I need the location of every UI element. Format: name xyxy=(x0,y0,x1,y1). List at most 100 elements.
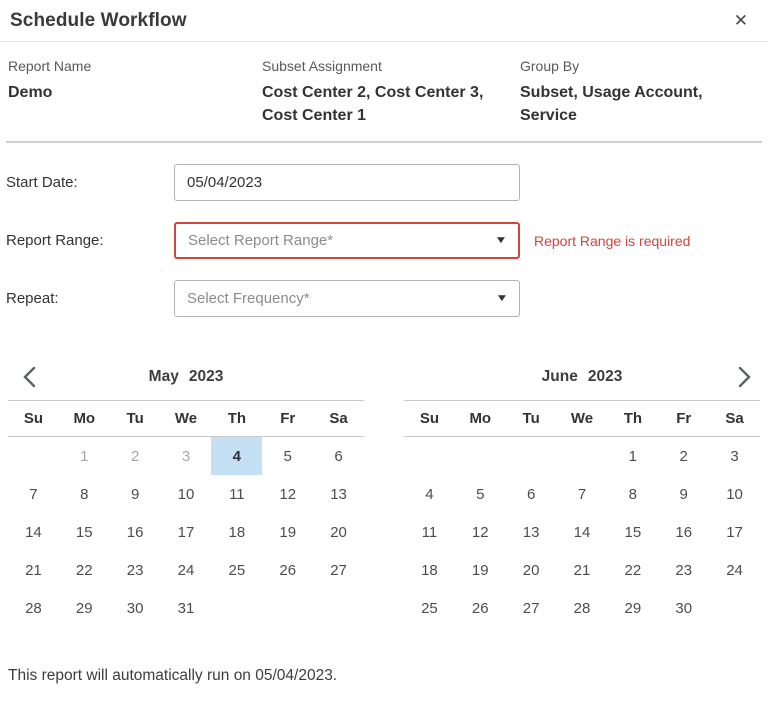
weekday-label: Fr xyxy=(262,410,313,427)
calendar-day[interactable]: 16 xyxy=(110,513,161,551)
calendar-day[interactable]: 15 xyxy=(607,513,658,551)
weekday-label: We xyxy=(557,410,608,427)
calendar-day[interactable]: 7 xyxy=(557,475,608,513)
calendar-june: June 2023 SuMoTuWeThFrSa 123456789101112… xyxy=(404,353,760,627)
calendar-day[interactable]: 29 xyxy=(59,589,110,627)
calendar-day[interactable]: 8 xyxy=(59,475,110,513)
calendar-day[interactable]: 5 xyxy=(262,437,313,475)
calendar-day[interactable]: 21 xyxy=(8,551,59,589)
chevron-down-icon: ▼ xyxy=(494,235,507,246)
schedule-form: Start Date: Report Range: Select Report … xyxy=(0,143,768,317)
calendar-day[interactable]: 19 xyxy=(455,551,506,589)
calendar-day[interactable]: 24 xyxy=(709,551,760,589)
repeat-select[interactable]: Select Frequency* ▼ xyxy=(174,280,520,317)
calendar-day-empty xyxy=(8,437,59,475)
subset-assignment-label: Subset Assignment xyxy=(262,58,520,74)
calendar-day[interactable]: 2 xyxy=(658,437,709,475)
calendar-day[interactable]: 9 xyxy=(658,475,709,513)
calendar-day[interactable]: 20 xyxy=(313,513,364,551)
calendar-day[interactable]: 12 xyxy=(455,513,506,551)
chevron-right-icon xyxy=(735,366,753,388)
calendar-day-empty xyxy=(404,437,455,475)
report-range-select[interactable]: Select Report Range* ▼ xyxy=(174,222,520,259)
calendar-day[interactable]: 25 xyxy=(211,551,262,589)
calendar-june-header: June 2023 xyxy=(404,353,760,400)
calendar-day[interactable]: 10 xyxy=(161,475,212,513)
month-name: June xyxy=(542,368,578,386)
calendar-day-empty xyxy=(211,589,262,627)
calendar-day[interactable]: 5 xyxy=(455,475,506,513)
calendar-day[interactable]: 17 xyxy=(161,513,212,551)
calendar-day[interactable]: 13 xyxy=(313,475,364,513)
calendar-day[interactable]: 10 xyxy=(709,475,760,513)
month-year: 2023 xyxy=(588,368,622,386)
calendar-day[interactable]: 9 xyxy=(110,475,161,513)
calendar-day[interactable]: 26 xyxy=(455,589,506,627)
calendar-next-button[interactable] xyxy=(730,363,758,391)
calendar-day[interactable]: 28 xyxy=(8,589,59,627)
calendar-day[interactable]: 13 xyxy=(506,513,557,551)
calendar-prev-button[interactable] xyxy=(16,363,44,391)
calendar-day[interactable]: 17 xyxy=(709,513,760,551)
calendar-day[interactable]: 3 xyxy=(709,437,760,475)
calendar-day[interactable]: 22 xyxy=(607,551,658,589)
workflow-summary: Report Name Demo Subset Assignment Cost … xyxy=(0,42,768,137)
calendar-day[interactable]: 14 xyxy=(557,513,608,551)
calendar-day[interactable]: 23 xyxy=(658,551,709,589)
calendar-day[interactable]: 6 xyxy=(506,475,557,513)
calendar-day[interactable]: 26 xyxy=(262,551,313,589)
calendar-day[interactable]: 30 xyxy=(110,589,161,627)
date-picker: May 2023 SuMoTuWeThFrSa 1234567891011121… xyxy=(0,353,768,627)
calendar-day[interactable]: 27 xyxy=(313,551,364,589)
start-date-input[interactable] xyxy=(174,164,520,201)
report-range-placeholder: Select Report Range* xyxy=(188,232,333,249)
calendar-day[interactable]: 18 xyxy=(404,551,455,589)
calendar-day[interactable]: 23 xyxy=(110,551,161,589)
calendar-day[interactable]: 29 xyxy=(607,589,658,627)
dialog-title: Schedule Workflow xyxy=(10,10,187,32)
calendar-day[interactable]: 6 xyxy=(313,437,364,475)
group-by-value: Subset, Usage Account, Service xyxy=(520,81,760,127)
calendar-day[interactable]: 21 xyxy=(557,551,608,589)
calendar-day[interactable]: 19 xyxy=(262,513,313,551)
calendar-day[interactable]: 22 xyxy=(59,551,110,589)
calendar-day[interactable]: 20 xyxy=(506,551,557,589)
calendar-day[interactable]: 25 xyxy=(404,589,455,627)
weekday-label: Mo xyxy=(59,410,110,427)
report-name-label: Report Name xyxy=(8,58,262,74)
calendar-day[interactable]: 24 xyxy=(161,551,212,589)
calendar-day[interactable]: 27 xyxy=(506,589,557,627)
calendar-day[interactable]: 14 xyxy=(8,513,59,551)
schedule-workflow-dialog: Schedule Workflow ✕ Report Name Demo Sub… xyxy=(0,0,768,685)
close-icon[interactable]: ✕ xyxy=(726,9,756,33)
calendar-day[interactable]: 4 xyxy=(211,437,262,475)
start-date-label: Start Date: xyxy=(6,174,174,191)
calendar-grid: 1234567891011121314151617181920212223242… xyxy=(8,437,364,627)
calendar-may: May 2023 SuMoTuWeThFrSa 1234567891011121… xyxy=(8,353,364,627)
calendar-month-title: June 2023 xyxy=(542,368,623,386)
calendar-day[interactable]: 30 xyxy=(658,589,709,627)
dialog-header: Schedule Workflow ✕ xyxy=(0,0,768,42)
weekday-label: Mo xyxy=(455,410,506,427)
calendar-day[interactable]: 7 xyxy=(8,475,59,513)
calendar-day[interactable]: 18 xyxy=(211,513,262,551)
calendar-day[interactable]: 15 xyxy=(59,513,110,551)
calendar-day[interactable]: 28 xyxy=(557,589,608,627)
calendar-day[interactable]: 31 xyxy=(161,589,212,627)
weekday-label: Fr xyxy=(658,410,709,427)
calendar-day[interactable]: 16 xyxy=(658,513,709,551)
calendar-day[interactable]: 4 xyxy=(404,475,455,513)
calendar-day-empty xyxy=(313,589,364,627)
calendar-day[interactable]: 8 xyxy=(607,475,658,513)
weekday-label: Su xyxy=(8,410,59,427)
calendar-day[interactable]: 12 xyxy=(262,475,313,513)
calendar-day[interactable]: 11 xyxy=(211,475,262,513)
month-name: May xyxy=(149,368,179,386)
calendar-day[interactable]: 1 xyxy=(607,437,658,475)
calendar-day[interactable]: 11 xyxy=(404,513,455,551)
auto-run-note: This report will automatically run on 05… xyxy=(8,667,768,685)
group-by-label: Group By xyxy=(520,58,760,74)
repeat-label: Repeat: xyxy=(6,290,174,307)
weekday-label: Tu xyxy=(110,410,161,427)
weekday-label: Th xyxy=(607,410,658,427)
